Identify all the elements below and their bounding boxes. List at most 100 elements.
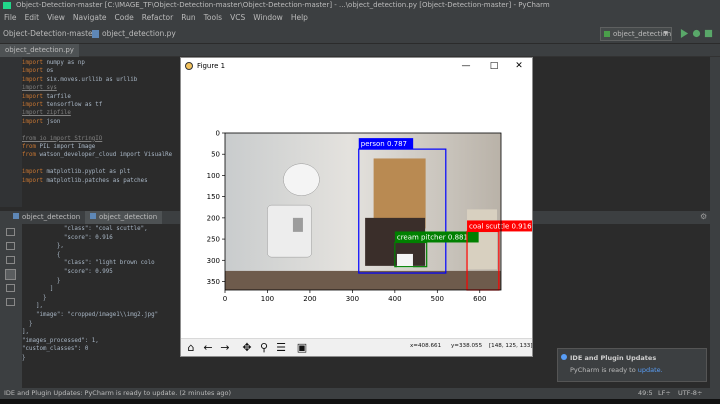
output-line: "score": 0.995 (22, 268, 113, 275)
output-line: "images_processed": 1, (22, 337, 99, 344)
code-keyword: import (22, 169, 43, 176)
x-tick-label: 0 (223, 295, 227, 303)
output-line: ], (22, 303, 43, 310)
menu-refactor[interactable]: Refactor (138, 11, 177, 24)
x-tick-label: 100 (261, 295, 274, 303)
coverage-icon[interactable] (704, 29, 713, 38)
code-text: io import StringIO (35, 135, 103, 142)
output-line: ] (22, 286, 54, 293)
figure-canvas[interactable]: person 0.787 cream pitcher 0.881 coal scut… (181, 74, 547, 338)
debug-icon[interactable] (692, 29, 701, 38)
update-link[interactable]: update. (638, 366, 663, 374)
tab-object-detection-py[interactable]: object_detection.py (0, 44, 79, 57)
settings-gear-icon[interactable]: ⚙ (700, 212, 707, 221)
code-keyword: from (22, 144, 36, 151)
code-text: json (42, 118, 61, 125)
stop-icon[interactable] (6, 242, 15, 250)
detection-label: coal scuttle 0.916 (469, 222, 532, 230)
output-line: "image": "cropped/image1\\img2.jpg" (22, 311, 159, 318)
code-line: import tarfile (22, 93, 180, 101)
code-keyword: from (22, 135, 36, 142)
code-keyword: import (22, 93, 43, 100)
run-tab-label: object_detection (22, 213, 81, 221)
update-notification[interactable]: IDE and Plugin Updates PyCharm is ready … (557, 348, 707, 382)
code-text: six.moves.urllib as urllib (42, 76, 138, 83)
pause-icon[interactable] (6, 256, 15, 264)
trash-icon[interactable] (6, 298, 15, 306)
code-line: import six.moves.urllib as urllib (22, 76, 180, 84)
x-tick-label: 200 (303, 295, 316, 303)
editor-gutter (0, 57, 22, 207)
notification-body: PyCharm is ready to update. (570, 366, 663, 374)
code-editor[interactable]: import numpy as np import os import six.mo… (22, 57, 180, 207)
menu-edit[interactable]: Edit (21, 11, 44, 24)
code-text: zipfile (42, 110, 71, 117)
run-tab-2[interactable]: object_detection (85, 211, 163, 224)
code-text: watson_developer_cloud import VisualRe (35, 152, 173, 159)
ide-title-bar: Object-Detection-master [C:\IMAGE_TF\Obj… (0, 0, 720, 11)
status-message: IDE and Plugin Updates: PyCharm is ready… (4, 389, 232, 397)
image-plot: person 0.787 cream pitcher 0.881coal scut… (207, 130, 547, 303)
code-keyword: import (22, 118, 43, 125)
code-text: tensorflow as tf (42, 102, 103, 109)
save-icon[interactable]: ▣ (294, 341, 310, 355)
detected-photo (225, 133, 501, 290)
python-file-icon (92, 30, 99, 38)
code-keyword: import (22, 68, 43, 75)
run-output-console[interactable]: "class": "coal scuttle", "score": 0.916 … (22, 224, 180, 388)
code-line: from io import StringIO (22, 135, 180, 143)
menu-code[interactable]: Code (111, 11, 138, 24)
code-text: os (42, 68, 54, 75)
code-line: import numpy as np (22, 59, 180, 67)
menu-window[interactable]: Window (249, 11, 287, 24)
code-line (22, 126, 180, 134)
output-line: "class": "coal scuttle", (22, 226, 148, 232)
file-encoding[interactable]: UTF-8÷ (678, 388, 702, 399)
code-text: tarfile (42, 93, 71, 100)
code-text: matplotlib.pyplot as plt (42, 169, 131, 176)
run-tab-label: object_detection (99, 213, 158, 221)
menu-bar: File Edit View Navigate Code Refactor Run Tools… (0, 11, 720, 24)
run-config-select[interactable]: object_detection ▼ (600, 27, 672, 41)
breadcrumb-project[interactable]: Object-Detection-master (3, 24, 96, 44)
code-keyword: import (22, 76, 43, 83)
line-separator[interactable]: LF÷ (658, 388, 671, 399)
back-icon[interactable]: ← (200, 341, 216, 355)
output-line: } (22, 354, 26, 361)
output-line: "class": "light brown colo (22, 260, 155, 267)
code-line: import zipfile (22, 109, 180, 117)
menu-run[interactable]: Run (177, 11, 199, 24)
caret-position[interactable]: 49:5 (638, 388, 653, 399)
menu-view[interactable]: View (43, 11, 69, 24)
y-tick-label: 250 (207, 236, 220, 244)
close-button[interactable]: ✕ (506, 58, 532, 74)
menu-tools[interactable]: Tools (200, 11, 226, 24)
rerun-icon[interactable] (6, 228, 15, 236)
pan-icon[interactable]: ✥ (239, 341, 255, 355)
minimize-button[interactable]: — (453, 58, 479, 74)
code-line: import matplotlib.pyplot as plt (22, 168, 180, 176)
output-line: { (22, 251, 61, 258)
code-line: import sys (22, 84, 180, 92)
soft-wrap-icon[interactable] (5, 269, 16, 280)
menu-navigate[interactable]: Navigate (69, 11, 111, 24)
output-line: } (22, 277, 61, 284)
zoom-icon[interactable]: ⚲ (256, 341, 272, 355)
menu-vcs[interactable]: VCS (226, 11, 249, 24)
home-icon[interactable]: ⌂ (183, 341, 199, 355)
code-line: import os (22, 67, 180, 75)
menu-help[interactable]: Help (287, 11, 312, 24)
breadcrumb-file[interactable]: object_detection.py (102, 24, 176, 44)
navigation-bar: Object-Detection-master object_detection… (0, 24, 720, 44)
menu-file[interactable]: File (0, 11, 21, 24)
output-line: } (22, 320, 33, 327)
configure-icon[interactable]: ☰ (273, 341, 289, 355)
cursor-x: x=408.661 (410, 343, 442, 349)
print-icon[interactable] (6, 284, 15, 292)
run-icon[interactable] (680, 29, 689, 38)
maximize-button[interactable]: □ (481, 58, 507, 74)
forward-icon[interactable]: → (217, 341, 233, 355)
python-icon (604, 31, 610, 37)
run-tab-1[interactable]: object_detection (8, 211, 85, 224)
